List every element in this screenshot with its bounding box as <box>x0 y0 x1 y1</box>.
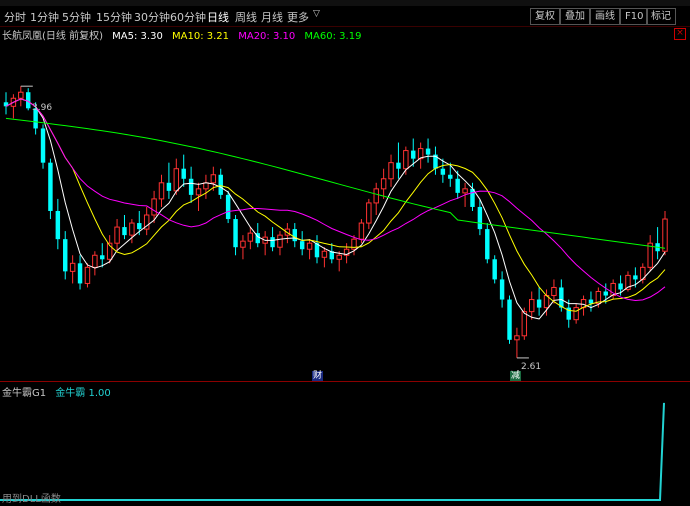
ma5-line <box>5 98 666 320</box>
candle[interactable] <box>203 174 209 199</box>
candle[interactable] <box>84 263 91 288</box>
candle[interactable] <box>306 239 313 260</box>
period-tab-3[interactable]: 15分钟 <box>96 9 132 25</box>
indicator-series-name: 金牛霸 <box>55 388 86 399</box>
candle[interactable] <box>10 94 17 119</box>
indicator-series-value: 1.00 <box>88 388 111 399</box>
tool-button-3[interactable]: F10 <box>620 8 649 25</box>
candle[interactable] <box>492 255 497 284</box>
high-price-label: 3.96 <box>32 103 53 113</box>
period-tab-9[interactable]: 更多 <box>287 9 309 25</box>
candle[interactable] <box>536 287 542 316</box>
candle[interactable] <box>366 198 372 230</box>
candle[interactable] <box>188 166 194 203</box>
period-tab-6[interactable]: 日线 <box>207 9 229 25</box>
candle[interactable] <box>299 231 305 256</box>
low-price-label: 2.61 <box>521 362 542 372</box>
period-tab-5[interactable]: 60分钟 <box>170 9 206 25</box>
more-dropdown-icon[interactable]: ▽ <box>313 9 320 19</box>
candle[interactable] <box>321 247 328 268</box>
candle[interactable] <box>514 327 520 358</box>
candle[interactable] <box>314 235 320 264</box>
candle[interactable] <box>507 295 512 344</box>
candle[interactable] <box>270 227 275 252</box>
candle[interactable] <box>69 255 76 284</box>
candle[interactable] <box>662 210 668 256</box>
candle[interactable] <box>166 162 172 199</box>
candle[interactable] <box>122 215 127 240</box>
ma60-line <box>5 117 666 249</box>
candle[interactable] <box>647 235 653 272</box>
candle[interactable] <box>40 124 46 169</box>
candle[interactable] <box>114 219 120 252</box>
candle[interactable] <box>433 146 438 175</box>
finance-marker[interactable]: 财 <box>312 371 324 381</box>
candle[interactable] <box>262 231 268 256</box>
reduce-marker[interactable]: 减 <box>510 371 522 381</box>
candle[interactable] <box>18 86 24 107</box>
candle[interactable] <box>181 154 186 187</box>
candle[interactable] <box>380 168 387 199</box>
candle[interactable] <box>225 190 231 224</box>
candle[interactable] <box>247 227 254 250</box>
candle[interactable] <box>277 231 283 256</box>
period-tab-1[interactable]: 1分钟 <box>30 9 59 25</box>
candle[interactable] <box>158 174 165 207</box>
candle[interactable] <box>610 279 616 300</box>
tool-button-1[interactable]: 叠加 <box>560 8 590 25</box>
candle[interactable] <box>92 251 98 276</box>
candle[interactable] <box>573 303 579 324</box>
candle[interactable] <box>48 158 53 220</box>
candle[interactable] <box>499 271 505 308</box>
ma20-line <box>5 98 666 302</box>
candle[interactable] <box>485 223 490 264</box>
period-tab-2[interactable]: 5分钟 <box>62 9 91 25</box>
candle[interactable] <box>417 142 424 169</box>
candle[interactable] <box>329 243 335 264</box>
indicator-chart[interactable] <box>0 382 690 506</box>
period-tab-4[interactable]: 30分钟 <box>134 9 170 25</box>
indicator-name: 金牛霸G1 <box>2 388 47 399</box>
candle[interactable] <box>373 182 379 216</box>
period-tab-0[interactable]: 分时 <box>4 9 26 25</box>
period-toolbar: 分时 1分钟 5分钟 15分钟 30分钟 60分钟 日线 周线 月线 更多 ▽ 复权 叠加 画线 F10 标记 <box>0 6 690 27</box>
tool-button-4[interactable]: 标记 <box>646 8 676 25</box>
tool-button-2[interactable]: 画线 <box>590 8 620 25</box>
period-tab-8[interactable]: 月线 <box>261 9 283 25</box>
candle[interactable] <box>3 92 9 115</box>
indicator-line <box>0 402 665 501</box>
candle[interactable] <box>528 291 535 320</box>
period-tab-7[interactable]: 周线 <box>235 9 257 25</box>
candle[interactable] <box>477 198 483 236</box>
candle[interactable] <box>218 168 223 199</box>
candle[interactable] <box>25 88 31 111</box>
candle[interactable] <box>588 291 594 312</box>
candle[interactable] <box>100 243 105 268</box>
candle[interactable] <box>336 251 342 272</box>
indicator-legend: 金牛霸G1 金牛霸 1.00 <box>2 384 111 399</box>
indicator-panel: 金牛霸G1 金牛霸 1.00 用到DLL函数 <box>0 381 690 506</box>
candle[interactable] <box>233 215 238 256</box>
indicator-series: 金牛霸 1.00 <box>55 388 110 399</box>
candle[interactable] <box>55 198 61 250</box>
candle[interactable] <box>63 231 68 280</box>
candle[interactable] <box>77 255 83 290</box>
close-icon[interactable]: × <box>674 28 686 40</box>
dll-note: 用到DLL函数 <box>2 494 61 505</box>
candle[interactable] <box>292 223 297 248</box>
tool-button-0[interactable]: 复权 <box>530 8 560 25</box>
candle[interactable] <box>143 206 150 236</box>
candle[interactable] <box>655 227 660 260</box>
candle[interactable] <box>388 154 394 187</box>
candlestick-chart[interactable] <box>0 40 690 381</box>
candle[interactable] <box>240 235 246 260</box>
candle[interactable] <box>396 142 401 179</box>
candle[interactable] <box>425 138 431 163</box>
